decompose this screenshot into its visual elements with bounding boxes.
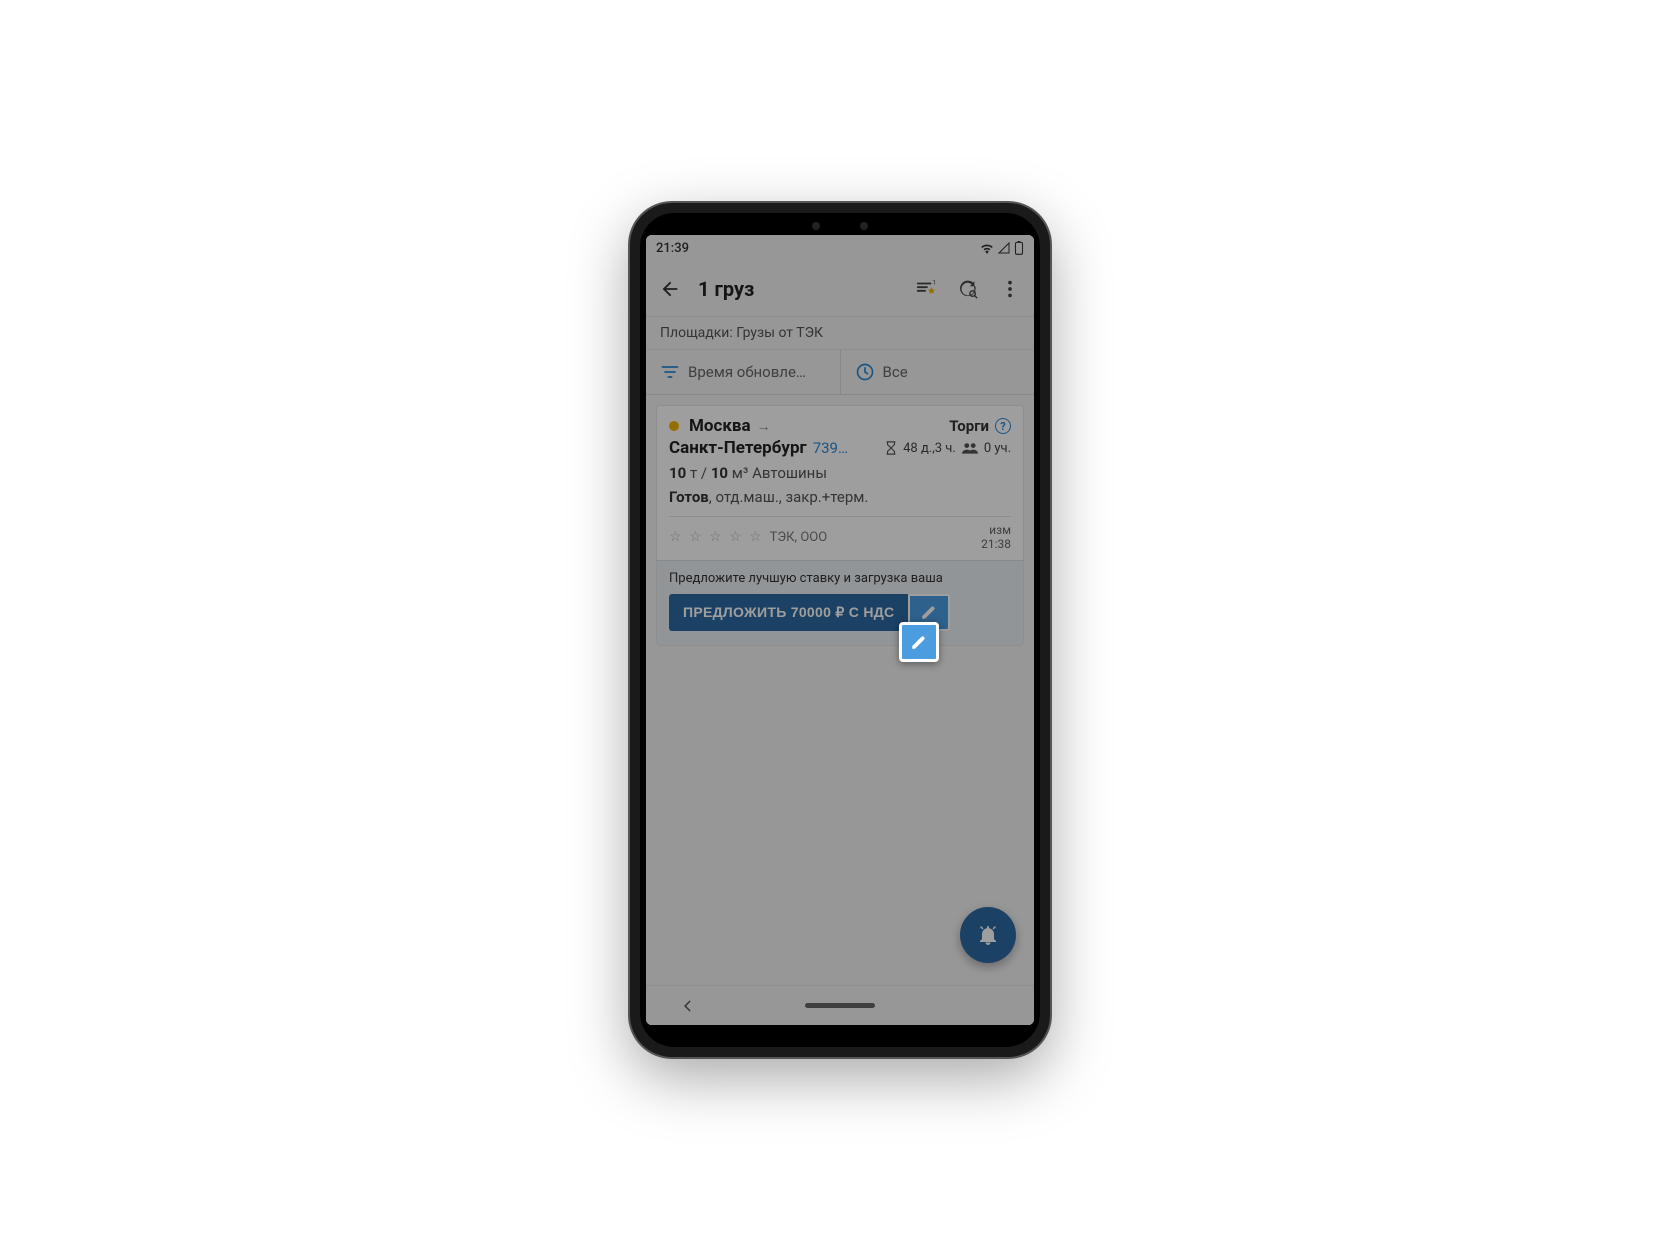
conditions-text: , отд.маш., закр.+терм. — [709, 488, 869, 506]
volume-value: 10 — [711, 464, 728, 482]
signal-icon — [998, 242, 1010, 254]
refresh-search-icon[interactable] — [956, 277, 980, 301]
svg-text:1: 1 — [932, 278, 936, 286]
phone-frame: 21:39 1 груз — [630, 203, 1050, 1057]
company-row: ☆ ☆ ☆ ☆ ☆ ТЭК, ООО изм 21:38 — [669, 523, 1011, 552]
cargo-spec: 10 т / 10 м³ Автошины — [669, 464, 1011, 482]
wifi-icon — [980, 242, 994, 254]
app-screen: 21:39 1 груз — [646, 235, 1034, 1025]
company-name: ТЭК, ООО — [770, 530, 828, 545]
time-filter[interactable]: Все — [840, 350, 1035, 394]
hourglass-icon — [885, 441, 897, 455]
help-icon[interactable]: ? — [995, 418, 1011, 434]
cargo-card[interactable]: Москва → Торги ? Санкт-Петербург 739… — [656, 405, 1024, 646]
app-actions: 1 — [914, 277, 1022, 301]
weight-unit: т — [690, 464, 697, 482]
divider — [669, 516, 1011, 517]
content-area: Москва → Торги ? Санкт-Петербург 739… — [646, 395, 1034, 985]
volume-unit: м³ — [732, 464, 749, 482]
battery-icon — [1014, 241, 1024, 255]
participants-icon — [962, 442, 978, 454]
notifications-fab[interactable] — [960, 907, 1016, 963]
tutorial-highlight[interactable] — [899, 622, 939, 662]
phone-notch — [780, 217, 900, 235]
time-left: 48 д.,3 ч. — [903, 441, 956, 456]
status-icons — [980, 241, 1024, 255]
auction-badge: Торги ? — [949, 417, 1011, 435]
cargo-type: Автошины — [752, 464, 827, 482]
propose-bid-button[interactable]: ПРЕДЛОЖИТЬ 70000 ₽ С НДС — [669, 594, 908, 631]
bid-hint: Предложите лучшую ставку и загрузка ваша — [669, 571, 1011, 586]
clock-icon — [855, 362, 875, 382]
status-time: 21:39 — [656, 241, 689, 256]
rating-stars: ☆ ☆ ☆ ☆ ☆ — [669, 529, 764, 545]
time-filter-label: Все — [883, 363, 908, 381]
android-home-pill[interactable] — [805, 1003, 875, 1008]
android-back-button[interactable] — [681, 999, 695, 1013]
app-bar: 1 груз 1 — [646, 261, 1034, 317]
sort-filter[interactable]: Время обновле… — [646, 350, 840, 394]
phone-inner: 21:39 1 груз — [640, 213, 1040, 1047]
back-button[interactable] — [658, 277, 682, 301]
favorites-filter-icon[interactable]: 1 — [914, 277, 938, 301]
updated-time: изм 21:38 — [981, 523, 1011, 552]
bell-icon — [976, 923, 1000, 947]
more-menu-icon[interactable] — [998, 277, 1022, 301]
changed-time: 21:38 — [981, 537, 1011, 551]
cargo-conditions: Готов, отд.маш., закр.+терм. — [669, 488, 1011, 506]
status-dot — [669, 421, 679, 431]
status-bar: 21:39 — [646, 235, 1034, 261]
page-title: 1 груз — [698, 277, 898, 301]
platforms-label: Площадки: Грузы от ТЭК — [646, 317, 1034, 350]
readiness-status: Готов — [669, 488, 709, 506]
auction-label: Торги — [949, 417, 989, 435]
filter-icon — [660, 362, 680, 382]
sort-filter-label: Время обновле… — [688, 363, 806, 381]
weight-value: 10 — [669, 464, 686, 482]
participants: 0 уч. — [984, 441, 1011, 456]
android-nav-bar — [646, 985, 1034, 1025]
card-body: Москва → Торги ? Санкт-Петербург 739… — [657, 406, 1023, 560]
changed-label: изм — [989, 523, 1011, 537]
destination-city: Санкт-Петербург — [669, 438, 807, 458]
bid-area: Предложите лучшую ставку и загрузка ваша… — [657, 560, 1023, 645]
route-arrow-icon: → — [757, 418, 771, 435]
distance: 739… — [813, 439, 848, 457]
filter-row: Время обновле… Все — [646, 350, 1034, 395]
pencil-icon — [920, 603, 938, 621]
origin-city: Москва — [689, 416, 751, 436]
pencil-icon — [910, 633, 928, 651]
